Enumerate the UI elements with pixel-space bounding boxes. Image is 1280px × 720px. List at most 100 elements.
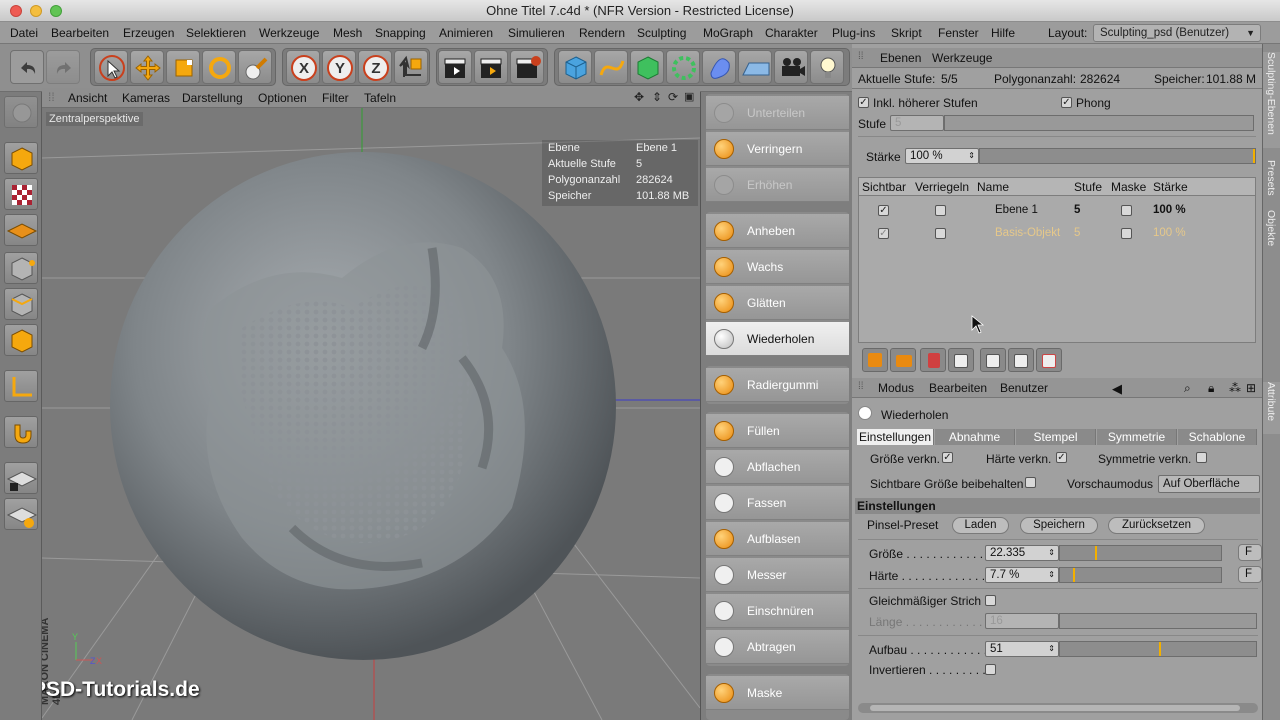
menu-skript[interactable]: Skript: [891, 26, 922, 40]
menu-plugins[interactable]: Plug-ins: [832, 26, 875, 40]
viewport-menu-tafeln[interactable]: Tafeln: [364, 91, 396, 105]
menu-werkzeuge[interactable]: Werkzeuge: [259, 26, 319, 40]
buildup-field[interactable]: 51 ⇕: [985, 641, 1059, 657]
table-row[interactable]: ✓ Ebene 1 5 100 %: [859, 200, 1255, 222]
tab-werkzeuge[interactable]: Werkzeuge: [932, 51, 992, 65]
close-window-button[interactable]: [10, 5, 22, 17]
viewport-menu-darstellung[interactable]: Darstellung: [182, 91, 243, 105]
light-button[interactable]: [810, 50, 844, 84]
tab-abnahme[interactable]: Abnahme: [935, 429, 1015, 445]
viewport-menu-optionen[interactable]: Optionen: [258, 91, 307, 105]
brush-wachs-button[interactable]: Wachs: [706, 250, 849, 284]
coordinate-system-button[interactable]: [394, 50, 428, 84]
invert-checkbox[interactable]: [985, 664, 996, 675]
layout-select[interactable]: Sculpting_psd (Benutzer) ▼: [1093, 24, 1261, 42]
brush-anheben-button[interactable]: Anheben: [706, 214, 849, 248]
scale-button[interactable]: [166, 50, 200, 84]
back-arrow-icon[interactable]: ◀: [1112, 381, 1122, 397]
visible-checkbox[interactable]: ✓: [878, 205, 889, 216]
column-header[interactable]: Stärke: [1153, 180, 1188, 194]
menu-selektieren[interactable]: Selektieren: [186, 26, 246, 40]
viewport[interactable]: Y X Z Zentralperspektive Ebene Ebene 1 Ak…: [42, 108, 700, 720]
undo-button[interactable]: [10, 50, 44, 84]
brush-fuellen-button[interactable]: Füllen: [706, 414, 849, 448]
view-pan-icon[interactable]: ✥: [634, 90, 644, 104]
bake-button[interactable]: [980, 348, 1006, 372]
even-stroke-checkbox[interactable]: [985, 595, 996, 606]
brush-aufblasen-button[interactable]: Aufblasen: [706, 522, 849, 556]
search-icon[interactable]: ⌕: [1184, 381, 1191, 396]
menu-animieren[interactable]: Animieren: [439, 26, 493, 40]
brush-verringern-button[interactable]: Verringern: [706, 132, 849, 166]
keep-visible-size-checkbox[interactable]: [1025, 477, 1036, 488]
sidetab-attribute[interactable]: Attribute: [1263, 382, 1280, 434]
delete-layer-button[interactable]: [920, 348, 946, 372]
strength-slider[interactable]: [979, 148, 1256, 164]
brush-abtragen-button[interactable]: Abtragen: [706, 630, 849, 664]
lock-icon[interactable]: 🔒︎: [1208, 381, 1214, 396]
menu-simulieren[interactable]: Simulieren: [508, 26, 565, 40]
node-icon[interactable]: ⁂: [1229, 381, 1241, 395]
copy-layer-button[interactable]: [1008, 348, 1034, 372]
include-higher-checkbox[interactable]: ✓: [858, 97, 869, 108]
hardness-pressure-button[interactable]: F: [1238, 566, 1262, 583]
minimize-window-button[interactable]: [30, 5, 42, 17]
brush-tool-button[interactable]: [238, 50, 272, 84]
column-header[interactable]: Verriegeln: [915, 180, 969, 194]
menu-hilfe[interactable]: Hilfe: [991, 26, 1015, 40]
length-field[interactable]: 16: [985, 613, 1059, 629]
view-rotate-icon[interactable]: ⟳: [668, 90, 678, 104]
hardness-field[interactable]: 7.7 % ⇕: [985, 567, 1059, 583]
table-row[interactable]: ✓ Basis-Objekt 5 100 %: [859, 223, 1255, 245]
viewport-menu-filter[interactable]: Filter: [322, 91, 349, 105]
tab-symmetrie[interactable]: Symmetrie: [1097, 429, 1177, 445]
render-picture-viewer-button[interactable]: [474, 50, 508, 84]
size-slider-handle[interactable]: [1095, 546, 1097, 560]
column-header[interactable]: Maske: [1111, 180, 1146, 194]
menu-bearbeiten[interactable]: Bearbeiten: [51, 26, 109, 40]
menu-rendern[interactable]: Rendern: [579, 26, 625, 40]
sidetab-objekte[interactable]: Objekte: [1263, 210, 1280, 254]
strength-field[interactable]: 100 % ⇕: [905, 148, 979, 164]
planar-workplane-button[interactable]: [4, 498, 38, 530]
menu-sculpting[interactable]: Sculpting: [637, 26, 686, 40]
lock-checkbox[interactable]: [935, 228, 946, 239]
tab-stempel[interactable]: Stempel: [1016, 429, 1096, 445]
size-slider[interactable]: [1059, 545, 1222, 561]
brush-erhoehen-button[interactable]: Erhöhen: [706, 168, 849, 202]
menu-erzeugen[interactable]: Erzeugen: [123, 26, 174, 40]
tab-schablone[interactable]: Schablone: [1178, 429, 1257, 445]
clear-layer-button[interactable]: [948, 348, 974, 372]
brush-glaetten-button[interactable]: Glätten: [706, 286, 849, 320]
brush-fassen-button[interactable]: Fassen: [706, 486, 849, 520]
reset-preset-button[interactable]: Zurücksetzen: [1108, 517, 1205, 534]
scrollbar-thumb[interactable]: [870, 705, 1240, 711]
attr-menu-modus[interactable]: Modus: [878, 381, 914, 395]
hardness-link-checkbox[interactable]: ✓: [1056, 452, 1067, 463]
cube-object-button[interactable]: [558, 50, 592, 84]
column-header[interactable]: Stufe: [1074, 180, 1102, 194]
brush-abflachen-button[interactable]: Abflachen: [706, 450, 849, 484]
mask-checkbox[interactable]: [1121, 205, 1132, 216]
hardness-slider[interactable]: [1059, 567, 1222, 583]
brush-einschnueren-button[interactable]: Einschnüren: [706, 594, 849, 628]
menu-charakter[interactable]: Charakter: [765, 26, 818, 40]
render-settings-button[interactable]: [510, 50, 544, 84]
viewport-menu-kameras[interactable]: Kameras: [122, 91, 170, 105]
model-mode-button[interactable]: [4, 142, 38, 174]
render-view-button[interactable]: [438, 50, 472, 84]
symmetry-link-checkbox[interactable]: [1196, 452, 1207, 463]
polygons-mode-button[interactable]: [4, 324, 38, 356]
new-manager-icon[interactable]: ⊞: [1246, 381, 1256, 395]
environment-button[interactable]: [738, 50, 772, 84]
menu-mesh[interactable]: Mesh: [333, 26, 362, 40]
tab-ebenen[interactable]: Ebenen: [880, 51, 921, 65]
brush-radiergummi-button[interactable]: Radiergummi: [706, 368, 849, 402]
y-axis-lock-button[interactable]: Y: [322, 50, 356, 84]
brush-unterteilen-button[interactable]: Unterteilen: [706, 96, 849, 130]
sidetab-presets[interactable]: Presets: [1263, 160, 1280, 204]
attr-menu-bearbeiten[interactable]: Bearbeiten: [929, 381, 987, 395]
snap-button[interactable]: [4, 416, 38, 448]
camera-button[interactable]: [774, 50, 808, 84]
level-field[interactable]: 5: [890, 115, 944, 131]
